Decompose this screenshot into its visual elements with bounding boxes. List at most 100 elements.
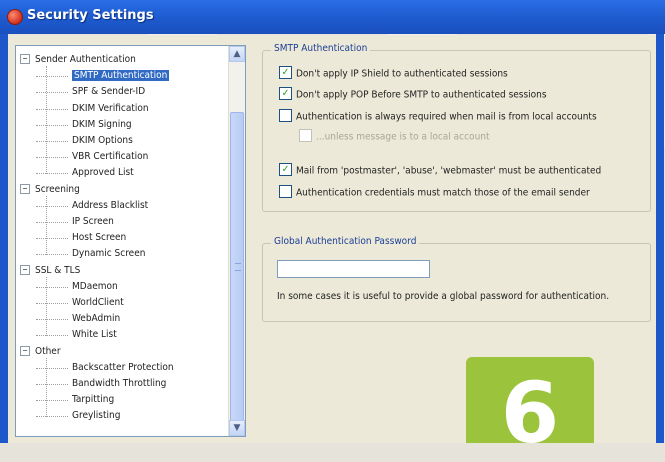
tree-connector xyxy=(36,254,68,256)
group-legend: SMTP Authentication xyxy=(271,43,371,54)
tree-group[interactable]: − Sender Authentication xyxy=(20,52,136,67)
tree-item[interactable]: Approved List xyxy=(72,165,134,180)
smtp-option-label: Don't apply POP Before SMTP to authentic… xyxy=(296,89,547,101)
tree-item[interactable]: Tarpitting xyxy=(72,392,114,407)
scroll-thumb[interactable] xyxy=(230,112,244,430)
tree-connector xyxy=(36,92,68,94)
group-legend: Global Authentication Password xyxy=(271,236,420,247)
smtp-option[interactable]: ✓ Don't apply IP Shield to authenticated … xyxy=(279,66,508,81)
checked-checkbox[interactable]: ✓ xyxy=(279,163,292,176)
tree-item[interactable]: Bandwidth Throttling xyxy=(72,376,166,391)
tree-connector xyxy=(36,303,68,304)
settings-tree[interactable]: ▲ ▼ − Sender Authentication SMTP Authentic… xyxy=(15,45,246,437)
tree-item-label: DKIM Signing xyxy=(72,118,132,130)
tree-item[interactable]: Greylisting xyxy=(72,408,120,423)
tree-item[interactable]: IP Screen xyxy=(72,214,114,229)
tree-group[interactable]: − Screening xyxy=(20,182,80,197)
tree-item-label: Tarpitting xyxy=(72,394,115,406)
scroll-up-icon[interactable]: ▲ xyxy=(229,46,245,62)
unchecked-checkbox[interactable] xyxy=(279,109,292,122)
scroll-down-icon[interactable]: ▼ xyxy=(229,420,245,436)
tree-item[interactable]: DKIM Signing xyxy=(72,117,132,132)
tree-item[interactable]: MDaemon xyxy=(72,279,118,294)
tree-connector xyxy=(46,276,47,336)
window-border-left xyxy=(0,34,8,443)
tree-item[interactable]: SMTP Authentication xyxy=(72,68,170,83)
tree-connector xyxy=(36,416,68,418)
tree-item-label: WorldClient xyxy=(72,297,124,308)
checked-checkbox[interactable]: ✓ xyxy=(279,66,292,79)
unchecked-checkbox[interactable] xyxy=(279,185,292,198)
tree-item[interactable]: VBR Certification xyxy=(72,149,148,164)
tree-connector xyxy=(36,400,68,402)
tree-item-label: Address Blacklist xyxy=(72,199,149,211)
step-number-badge: 6 xyxy=(466,357,594,455)
window-border-right xyxy=(656,34,664,443)
window-titlebar[interactable]: Security Settings xyxy=(0,0,665,34)
step-number: 6 xyxy=(500,364,560,462)
collapse-icon[interactable]: − xyxy=(20,345,30,356)
tree-item[interactable]: DKIM Verification xyxy=(72,101,149,116)
tree-item-label: DKIM Verification xyxy=(72,102,149,114)
tree-item[interactable]: WebAdmin xyxy=(72,311,120,326)
smtp-option[interactable]: Authentication credentials must match th… xyxy=(279,185,590,200)
tree-item-label: IP Screen xyxy=(72,216,114,227)
app-icon xyxy=(7,9,23,25)
tree-item[interactable]: DKIM Options xyxy=(72,133,133,148)
collapse-icon[interactable]: − xyxy=(20,183,30,194)
tree-connector xyxy=(36,319,68,321)
global-password-help: In some cases it is useful to provide a … xyxy=(277,291,610,302)
global-password-input[interactable] xyxy=(277,260,430,278)
tree-connector xyxy=(46,195,47,255)
tree-connector xyxy=(36,124,68,126)
tree-connector xyxy=(36,157,68,159)
tree-connector xyxy=(36,238,68,240)
smtp-option-label: ...unless message is to a local account xyxy=(316,131,490,143)
tree-item[interactable]: Address Blacklist xyxy=(72,198,148,213)
tree-item-label: Approved List xyxy=(72,167,134,179)
tree-group[interactable]: − Other xyxy=(20,344,61,359)
global-password-group: Global Authentication Password xyxy=(262,236,651,322)
window-title: Security Settings xyxy=(27,8,154,23)
tree-scrollbar[interactable]: ▲ ▼ xyxy=(228,46,245,436)
unchecked-checkbox xyxy=(299,129,312,142)
smtp-option[interactable]: Authentication is always required when m… xyxy=(279,109,597,124)
tree-group-label: Other xyxy=(35,345,61,357)
tree-item-label: Host Screen xyxy=(72,232,127,244)
tree-connector xyxy=(36,384,68,385)
smtp-option[interactable]: ✓ Mail from 'postmaster', 'abuse', 'webma… xyxy=(279,163,602,178)
tree-item[interactable]: WorldClient xyxy=(72,295,124,310)
tree-group-label: Sender Authentication xyxy=(35,54,136,65)
tree-item-label: Greylisting xyxy=(72,410,121,422)
smtp-option-label: Authentication is always required when m… xyxy=(296,111,597,123)
tree-connector xyxy=(46,66,47,174)
tree-item-label: WebAdmin xyxy=(72,313,121,325)
tree-item[interactable]: Host Screen xyxy=(72,230,126,245)
tree-connector xyxy=(36,141,68,142)
tree-group-label: Screening xyxy=(35,183,80,195)
tree-connector xyxy=(36,367,68,369)
tree-group[interactable]: − SSL & TLS xyxy=(20,263,80,278)
checked-checkbox[interactable]: ✓ xyxy=(279,87,292,100)
tree-item-label: VBR Certification xyxy=(72,151,149,163)
tree-connector xyxy=(36,173,68,175)
tree-connector xyxy=(36,286,68,288)
tree-item[interactable]: Dynamic Screen xyxy=(72,246,145,261)
collapse-icon[interactable]: − xyxy=(20,54,30,64)
tree-item[interactable]: SPF & Sender-ID xyxy=(72,84,145,99)
smtp-authentication-group: SMTP Authentication ✓ Don't apply IP Shie… xyxy=(262,43,651,212)
smtp-option[interactable]: ✓ Don't apply POP Before SMTP to authenti… xyxy=(279,87,547,102)
tree-connector xyxy=(36,108,68,110)
tree-group-label: SSL & TLS xyxy=(35,264,81,276)
collapse-icon[interactable]: − xyxy=(20,264,30,275)
smtp-option-label: Mail from 'postmaster', 'abuse', 'webmas… xyxy=(296,165,602,177)
tree-item[interactable]: White List xyxy=(72,327,117,342)
smtp-option: ...unless message is to a local account xyxy=(299,129,490,144)
smtp-option-label: Don't apply IP Shield to authenticated s… xyxy=(296,68,508,80)
smtp-option-label: Authentication credentials must match th… xyxy=(296,187,590,199)
tree-item-label: SMTP Authentication xyxy=(72,70,170,82)
tree-item[interactable]: Backscatter Protection xyxy=(72,360,174,375)
tree-connector xyxy=(36,222,68,223)
tree-item-label: DKIM Options xyxy=(72,135,133,146)
tree-item-label: SPF & Sender-ID xyxy=(72,86,146,98)
